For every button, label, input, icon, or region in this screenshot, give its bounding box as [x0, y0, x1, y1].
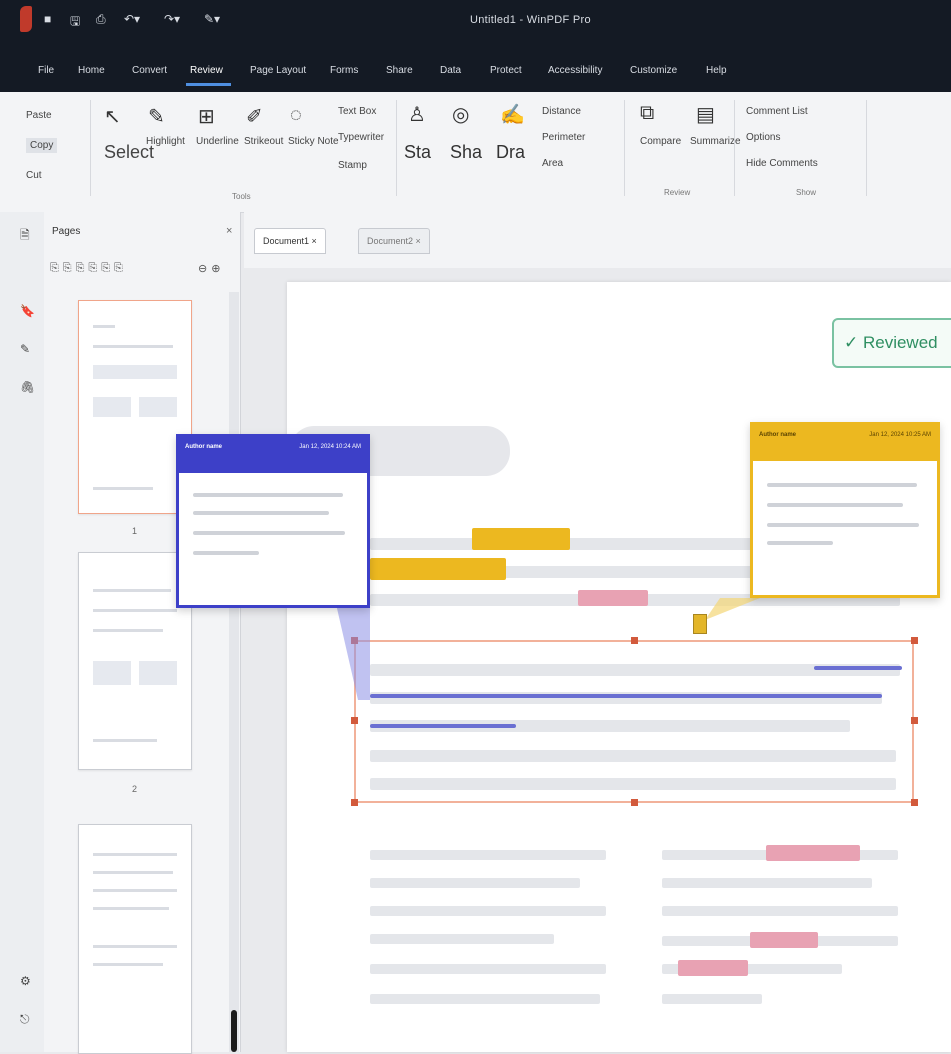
sticky-note-marker-icon[interactable]	[693, 614, 707, 634]
comment-text-line	[193, 511, 329, 515]
comment-text-line	[767, 503, 903, 507]
comment-text-line	[767, 541, 833, 545]
comment-author: Author name	[185, 444, 223, 450]
comment-author: Author name	[759, 432, 797, 438]
comment-header: Author name Jan 12, 2024 10:24 AM	[179, 437, 367, 473]
blue-comment-connector	[336, 604, 370, 700]
comment-popup-blue[interactable]: Author name Jan 12, 2024 10:24 AM	[176, 434, 370, 608]
yellow-comment-connector	[705, 598, 760, 620]
comment-text-line	[193, 531, 345, 535]
comment-text-line	[767, 483, 917, 487]
comment-text-line	[767, 523, 919, 527]
comment-date: Jan 12, 2024 10:24 AM	[299, 444, 361, 450]
comment-header: Author name Jan 12, 2024 10:25 AM	[753, 425, 937, 461]
comment-date: Jan 12, 2024 10:25 AM	[869, 432, 931, 438]
comment-text-line	[193, 493, 343, 497]
comment-text-line	[193, 551, 259, 555]
comment-popup-yellow[interactable]: Author name Jan 12, 2024 10:25 AM	[750, 422, 940, 598]
